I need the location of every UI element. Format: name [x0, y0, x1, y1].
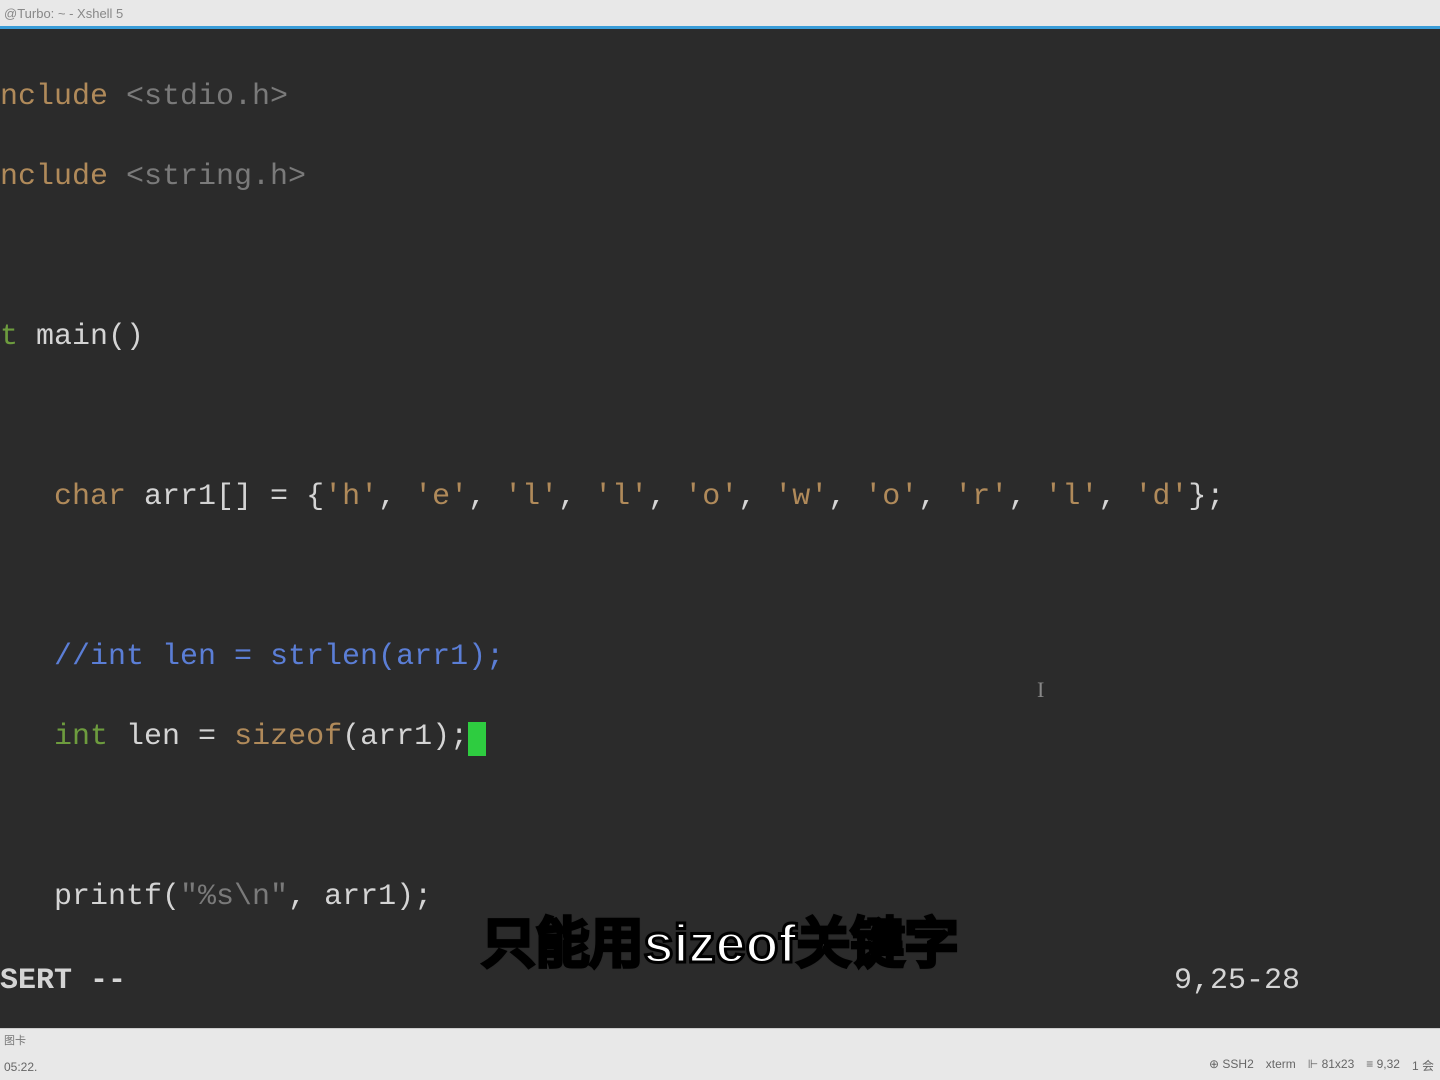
main-signature: main()	[18, 320, 144, 354]
video-subtitle: 只能用sizeof关键字	[481, 899, 958, 978]
status-session: 1 会	[1412, 1057, 1434, 1074]
include-keyword: nclude	[0, 80, 108, 114]
status-ssh: ⊕ SSH2	[1209, 1057, 1254, 1074]
sizeof-keyword: sizeof	[234, 720, 342, 754]
format-string: "%s\n"	[180, 880, 288, 914]
status-time: 05:22.	[4, 1060, 37, 1074]
status-caret: ≡ 9,32	[1366, 1057, 1400, 1074]
ibeam-cursor-icon: I	[1037, 677, 1051, 701]
window-title: @Turbo: ~ - Xshell 5	[4, 6, 123, 21]
type-char: char	[0, 480, 126, 514]
array-decl: arr1[] =	[126, 480, 306, 514]
header-string: <string.h>	[108, 160, 306, 194]
terminal-editor[interactable]: nclude <stdio.h> nclude <string.h> t mai…	[0, 26, 1440, 1028]
status-size: ⊩ 81x23	[1308, 1057, 1355, 1074]
text-cursor	[468, 722, 486, 756]
window-titlebar[interactable]: @Turbo: ~ - Xshell 5	[0, 0, 1440, 26]
vim-mode-indicator: SERT --	[0, 964, 126, 998]
include-keyword: nclude	[0, 160, 108, 194]
app-statusbar: 图卡 05:22. ⊕ SSH2 xterm ⊩ 81x23 ≡ 9,32 1 …	[0, 1028, 1440, 1080]
tab-hint[interactable]: 图卡	[0, 1029, 26, 1051]
type-int: int	[0, 720, 108, 754]
header-stdio: <stdio.h>	[108, 80, 288, 114]
comment-line: //int len = strlen(arr1);	[0, 640, 504, 674]
status-term: xterm	[1266, 1057, 1296, 1074]
vim-cursor-position: 9,25-28	[1174, 964, 1300, 998]
type-int: t	[0, 320, 18, 354]
